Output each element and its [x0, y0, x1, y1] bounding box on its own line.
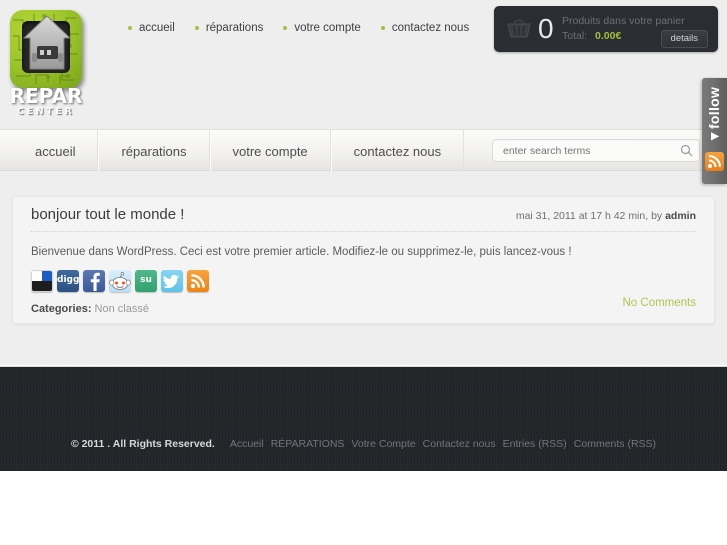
topnav-item-votre-compte[interactable]: votre compte: [283, 22, 361, 34]
categories-label: Categories:: [31, 303, 92, 315]
reddit-icon[interactable]: [109, 270, 131, 292]
follow-arrow-icon: ▼: [706, 129, 723, 144]
topnav-item-contactez-nous[interactable]: contactez nous: [380, 22, 470, 34]
main-navigation-bar: accueil réparations votre compte contact…: [0, 129, 727, 172]
cart-total-label: Total:: [562, 30, 588, 42]
nav-tab-accueil[interactable]: accueil: [13, 130, 99, 172]
reddit-glyph-icon: [109, 272, 131, 290]
topnav-label: accueil: [139, 22, 175, 34]
logo-tile: [10, 10, 82, 88]
top-mini-nav: accueil réparations votre compte contact…: [128, 22, 469, 34]
rss-glyph-icon: [708, 154, 722, 168]
footer-link-accueil[interactable]: Accueil: [230, 438, 264, 450]
nav-tab-contactez-nous[interactable]: contactez nous: [330, 130, 465, 172]
social-share-row: digg su: [31, 270, 696, 292]
cart-details-button[interactable]: details: [660, 30, 708, 48]
site-logo[interactable]: REPAR CENTER: [6, 6, 86, 121]
logo-line-repar: REPAR: [9, 84, 83, 108]
search-icon[interactable]: [680, 144, 693, 157]
category-link[interactable]: Non classé: [95, 303, 149, 315]
nav-tab-reparations[interactable]: réparations: [98, 130, 210, 172]
post-body-text: Bienvenue dans WordPress. Ceci est votre…: [31, 246, 572, 258]
bullet-icon: [128, 26, 132, 30]
delicious-glyph-icon: [32, 271, 52, 291]
page-root: REPAR CENTER accueil réparations votre c…: [0, 0, 727, 545]
post-date: mai 31, 2011 at 17 h 42 min, by: [515, 210, 666, 222]
basket-icon: [507, 19, 531, 38]
follow-tab[interactable]: ▼follow: [702, 78, 727, 184]
topnav-item-accueil[interactable]: accueil: [128, 22, 175, 34]
main-nav-tabs: accueil réparations votre compte contact…: [13, 130, 465, 172]
footer-content: © 2011 . All Rights Reserved. Accueil RÉ…: [0, 438, 727, 450]
search-input[interactable]: [492, 139, 700, 162]
rss-glyph-icon: [190, 274, 205, 289]
topnav-label: votre compte: [294, 22, 361, 34]
digg-label: digg: [57, 275, 79, 285]
footer-link-contactez-nous[interactable]: Contactez nous: [423, 438, 496, 450]
stumbleupon-label: su: [140, 275, 152, 285]
stumbleupon-icon[interactable]: su: [135, 270, 157, 292]
facebook-icon[interactable]: [83, 270, 105, 292]
logo-line-center: CENTER: [17, 107, 75, 117]
search-box: [492, 139, 700, 162]
footer-link-reparations[interactable]: RÉPARATIONS: [271, 438, 345, 450]
post-meta: mai 31, 2011 at 17 h 42 min, by admin: [516, 210, 696, 222]
bullet-icon: [194, 26, 199, 30]
twitter-glyph-icon: [162, 274, 179, 289]
cart-products-text: Produits dans votre panier: [562, 15, 685, 27]
facebook-glyph-icon: [90, 272, 100, 291]
post-title[interactable]: bonjour tout le monde !: [31, 206, 184, 223]
bullet-icon: [283, 26, 288, 30]
post-author[interactable]: admin: [665, 210, 696, 222]
post-header: bonjour tout le monde ! mai 31, 2011 at …: [31, 197, 696, 232]
cart-count: 0: [538, 13, 554, 44]
footer-link-votre-compte[interactable]: Votre Compte: [351, 438, 415, 450]
follow-label-wrap: ▼follow: [702, 78, 727, 152]
follow-text: follow: [706, 86, 723, 130]
shopping-cart-box[interactable]: 0 Produits dans votre panier Total: 0.00…: [494, 6, 718, 52]
topnav-label: contactez nous: [391, 22, 470, 34]
logo-wordmark: REPAR CENTER: [6, 86, 86, 118]
cart-total-value: 0.00€: [595, 30, 622, 42]
follow-label: ▼follow: [707, 87, 723, 143]
site-footer: © 2011 . All Rights Reserved. Accueil RÉ…: [0, 366, 727, 471]
copyright-text: © 2011 . All Rights Reserved.: [70, 438, 215, 450]
no-comments-link[interactable]: No Comments: [623, 297, 697, 309]
delicious-icon[interactable]: [31, 270, 53, 292]
footer-link-entries-rss[interactable]: Entries (RSS): [503, 438, 567, 450]
rss-share-icon[interactable]: [187, 270, 209, 292]
house-plug-icon: [22, 15, 72, 70]
cart-total-row: Total: 0.00€: [562, 30, 621, 42]
post-categories-row: Categories: Non classé: [31, 303, 696, 315]
topnav-label: réparations: [205, 22, 264, 34]
post-panel: bonjour tout le monde ! mai 31, 2011 at …: [12, 196, 715, 324]
twitter-icon[interactable]: [161, 270, 183, 292]
footer-link-comments-rss[interactable]: Comments (RSS): [574, 438, 656, 450]
digg-icon[interactable]: digg: [57, 270, 79, 292]
bullet-icon: [380, 26, 385, 30]
topnav-item-reparations[interactable]: réparations: [194, 22, 264, 34]
site-header: REPAR CENTER accueil réparations votre c…: [0, 0, 727, 128]
rss-icon[interactable]: [705, 152, 724, 171]
nav-tab-votre-compte[interactable]: votre compte: [209, 130, 331, 172]
